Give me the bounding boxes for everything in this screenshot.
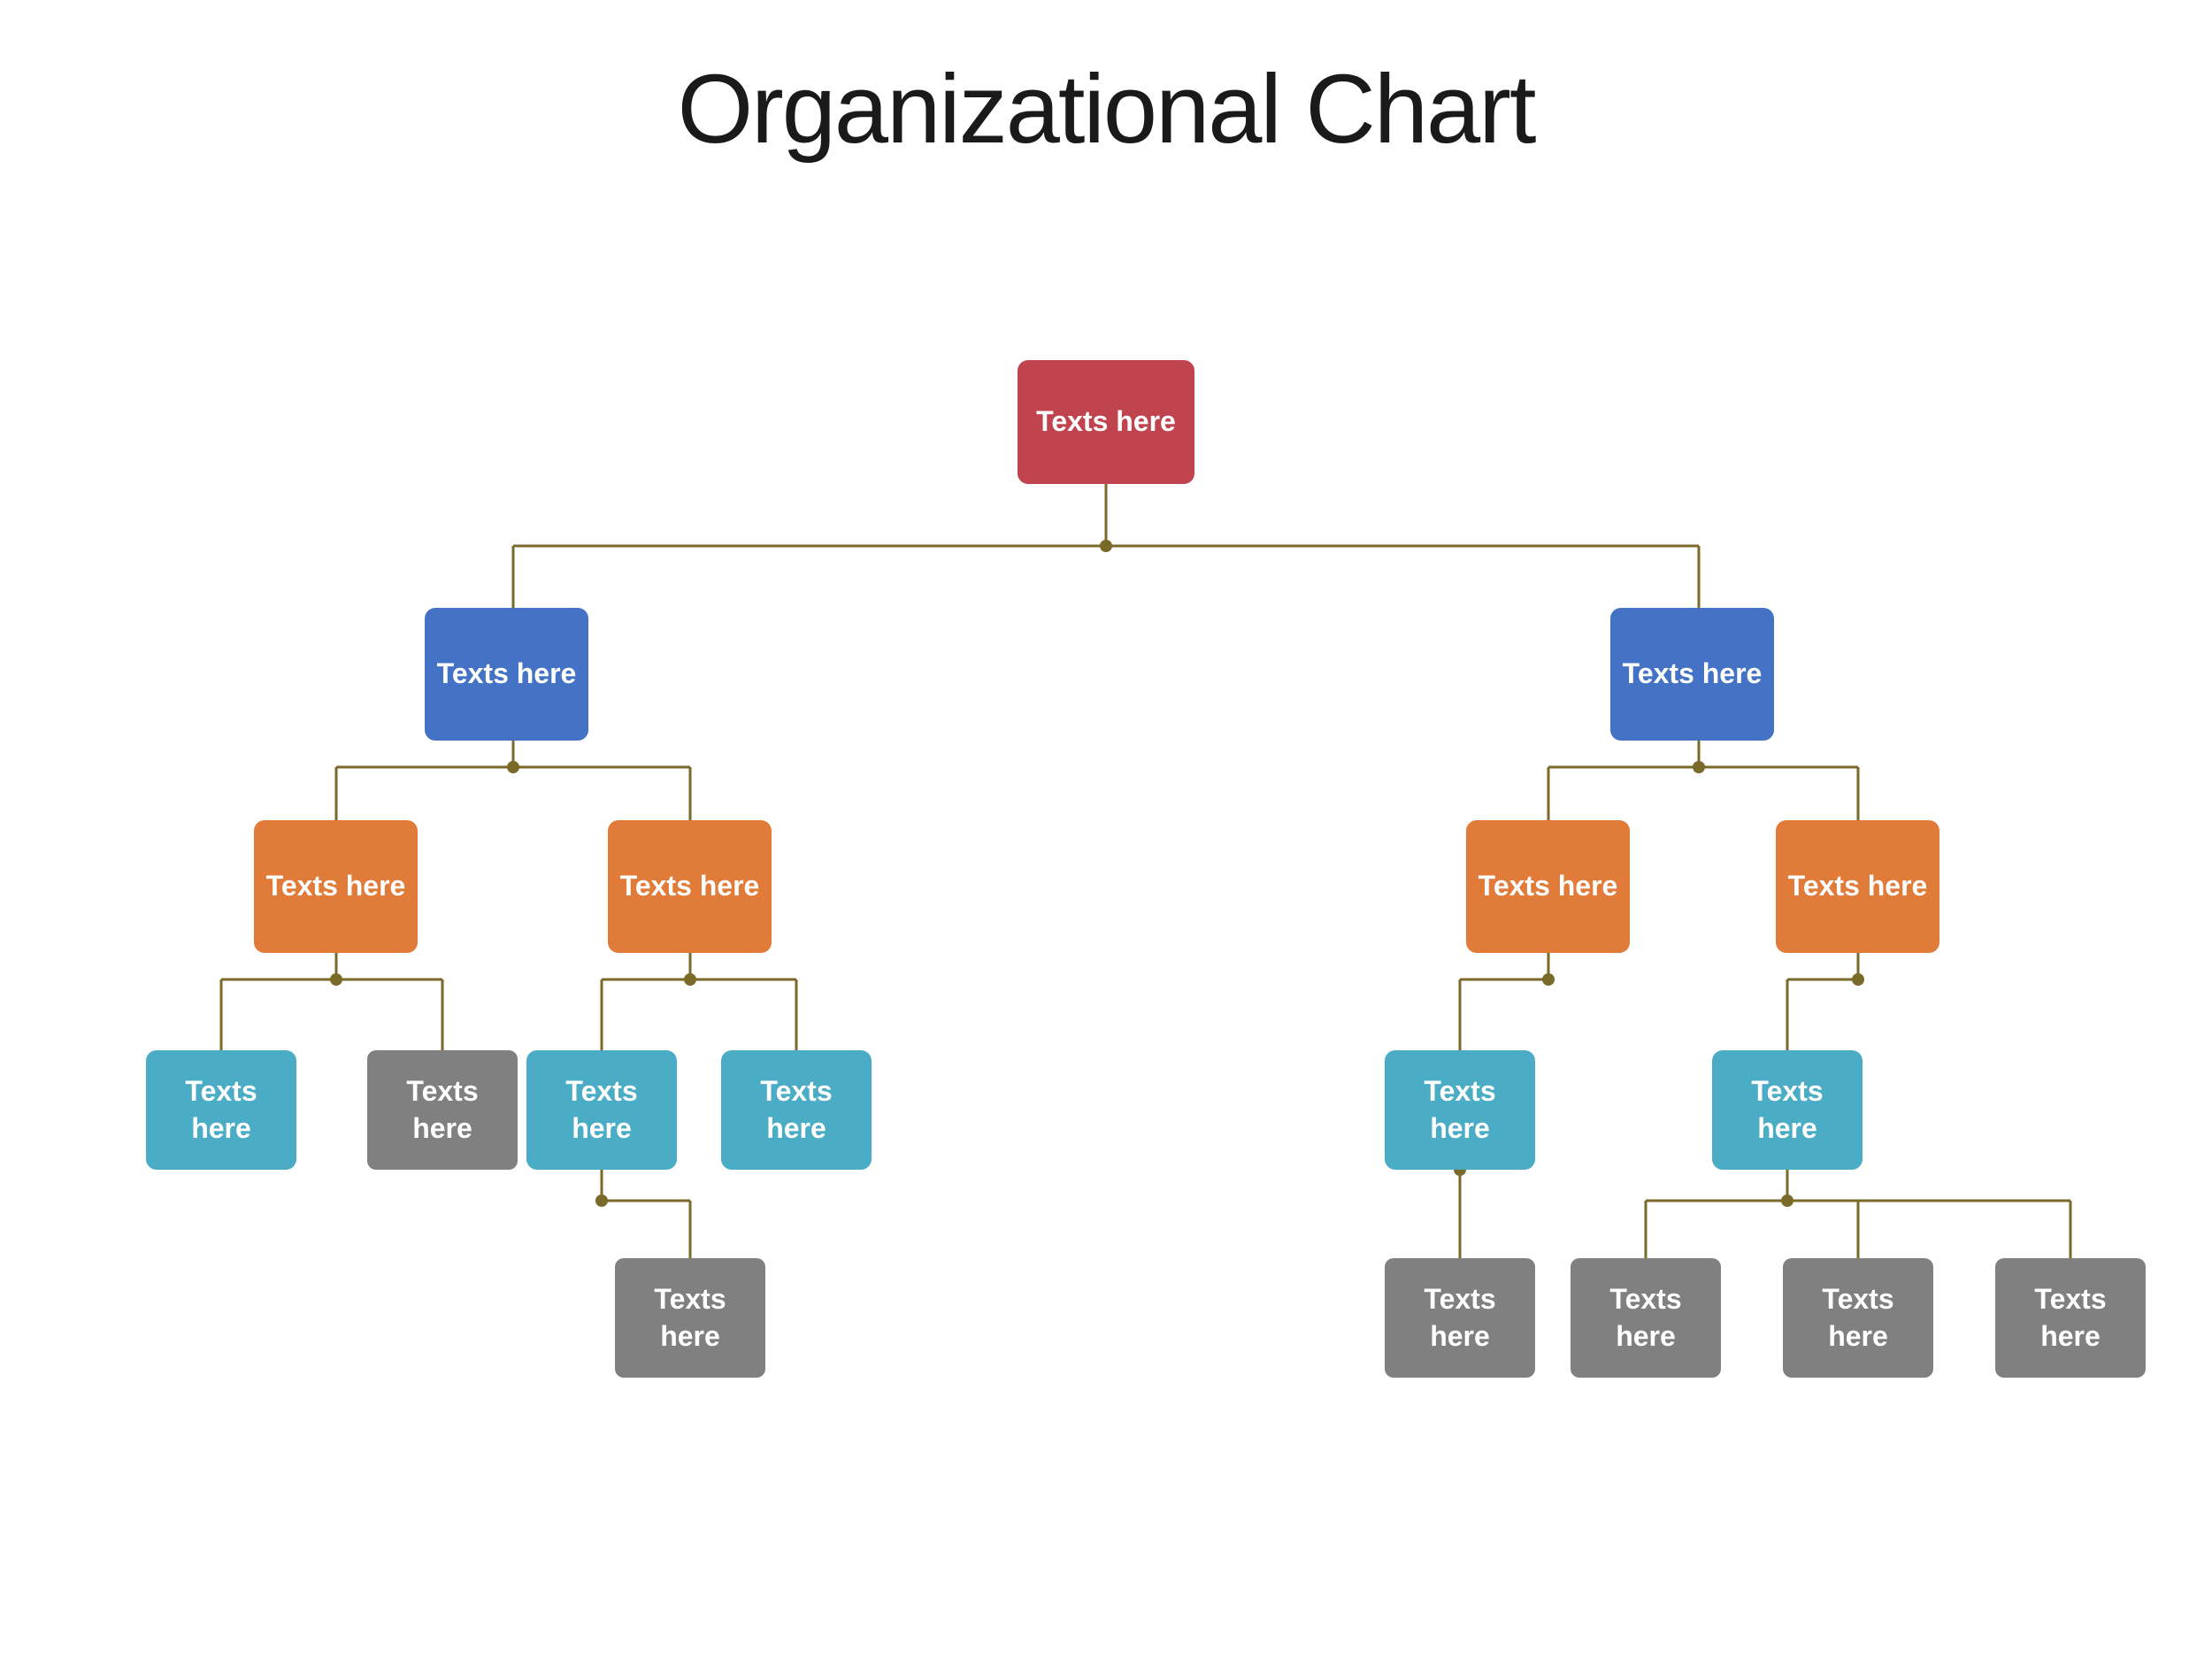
node-l4c: Texts here <box>1571 1258 1721 1378</box>
node-l1a: Texts here <box>425 608 588 741</box>
node-l4e: Texts here <box>1995 1258 2146 1378</box>
org-chart: Texts here Texts here Texts here Texts h… <box>44 201 2168 1617</box>
node-l3f: Texts here <box>1712 1050 1863 1170</box>
node-l3e: Texts here <box>1385 1050 1535 1170</box>
node-l2b: Texts here <box>608 820 772 953</box>
node-l3c: Texts here <box>526 1050 677 1170</box>
node-l4b: Texts here <box>1385 1258 1535 1378</box>
node-root: Texts here <box>1018 360 1194 484</box>
node-l2c: Texts here <box>1466 820 1630 953</box>
node-l1b: Texts here <box>1610 608 1774 741</box>
node-l2a: Texts here <box>254 820 418 953</box>
node-l3b: Texts here <box>367 1050 518 1170</box>
node-l4d: Texts here <box>1783 1258 1933 1378</box>
node-l3a: Texts here <box>146 1050 296 1170</box>
node-l3d: Texts here <box>721 1050 872 1170</box>
page-title: Organizational Chart <box>678 53 1535 165</box>
node-l2d: Texts here <box>1776 820 1939 953</box>
node-l4a: Texts here <box>615 1258 765 1378</box>
